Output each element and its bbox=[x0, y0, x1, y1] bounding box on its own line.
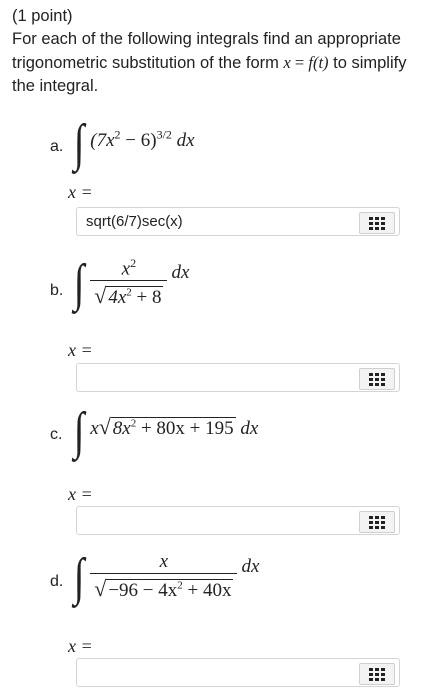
form-t: (t) bbox=[312, 53, 329, 72]
answer-box-b bbox=[76, 363, 400, 392]
problem-label: a. bbox=[50, 138, 64, 155]
integral-b: ∫ x2 √ 4x2 + 8 dx bbox=[72, 255, 190, 323]
numerator-b-exp: 2 bbox=[130, 255, 137, 270]
x-equals-label: x = bbox=[68, 484, 93, 504]
integrand-a-mid: − 6) bbox=[120, 130, 157, 151]
radicand-b-tail: + 8 bbox=[131, 286, 162, 308]
x-equals-label: x = bbox=[68, 636, 93, 656]
integral-sign: ∫ bbox=[73, 115, 85, 172]
radicand-d: −96 − 4x bbox=[108, 579, 178, 601]
answer-input-a[interactable] bbox=[77, 208, 366, 235]
answer-box-a bbox=[76, 207, 400, 236]
answer-input-c[interactable] bbox=[77, 507, 366, 534]
keypad-grid-icon bbox=[369, 667, 385, 681]
form-x: x bbox=[283, 53, 291, 72]
answer-input-d[interactable] bbox=[77, 659, 366, 686]
radicand-b: 4x bbox=[108, 286, 127, 308]
numerator-d: x bbox=[159, 550, 169, 572]
fraction-d: x √ −96 − 4x2 + 40x bbox=[90, 550, 238, 602]
numerator-b: x bbox=[121, 257, 131, 279]
integrand-a-exp2: 3/2 bbox=[156, 127, 172, 142]
keypad-button[interactable] bbox=[359, 368, 395, 390]
keypad-button[interactable] bbox=[359, 511, 395, 533]
keypad-grid-icon bbox=[369, 372, 385, 386]
x-equals-label: x = bbox=[68, 182, 93, 202]
differential-dx: dx bbox=[240, 418, 259, 439]
integrand-c-x: x bbox=[90, 418, 99, 439]
problem-label: c. bbox=[50, 426, 63, 443]
differential-dx: dx bbox=[176, 130, 195, 151]
keypad-button[interactable] bbox=[359, 212, 395, 234]
problem-statement: (1 point) For each of the following inte… bbox=[12, 5, 414, 98]
points-label: (1 point) bbox=[12, 7, 73, 25]
integral-sign: ∫ bbox=[73, 549, 85, 606]
problem-label: b. bbox=[50, 282, 64, 299]
problem-label: d. bbox=[50, 573, 64, 590]
fraction-b: x2 √ 4x2 + 8 bbox=[90, 255, 168, 309]
integral-a: ∫ (7x2 − 6)3/2 dx bbox=[72, 118, 195, 170]
integral-d: ∫ x √ −96 − 4x2 + 40x dx bbox=[72, 549, 260, 616]
differential-dx: dx bbox=[171, 262, 190, 283]
x-equals-label: x = bbox=[68, 340, 93, 360]
radicand-c-tail: + 80x + 195 bbox=[136, 418, 234, 439]
answer-input-b[interactable] bbox=[77, 364, 366, 391]
answer-box-c bbox=[76, 506, 400, 535]
keypad-button[interactable] bbox=[359, 663, 395, 685]
differential-dx: dx bbox=[241, 556, 260, 577]
keypad-grid-icon bbox=[369, 216, 385, 230]
radicand-c: 8x bbox=[112, 418, 131, 439]
form-eq: = bbox=[290, 53, 309, 72]
radicand-d-tail: + 40x bbox=[182, 579, 232, 601]
integral-c: ∫ x√ 8x2 + 80x + 195 dx bbox=[73, 403, 259, 460]
integral-sign: ∫ bbox=[73, 403, 85, 460]
integral-sign: ∫ bbox=[73, 255, 85, 312]
integrand-a-base: (7x bbox=[90, 130, 115, 151]
keypad-grid-icon bbox=[369, 515, 385, 529]
answer-box-d bbox=[76, 658, 400, 687]
